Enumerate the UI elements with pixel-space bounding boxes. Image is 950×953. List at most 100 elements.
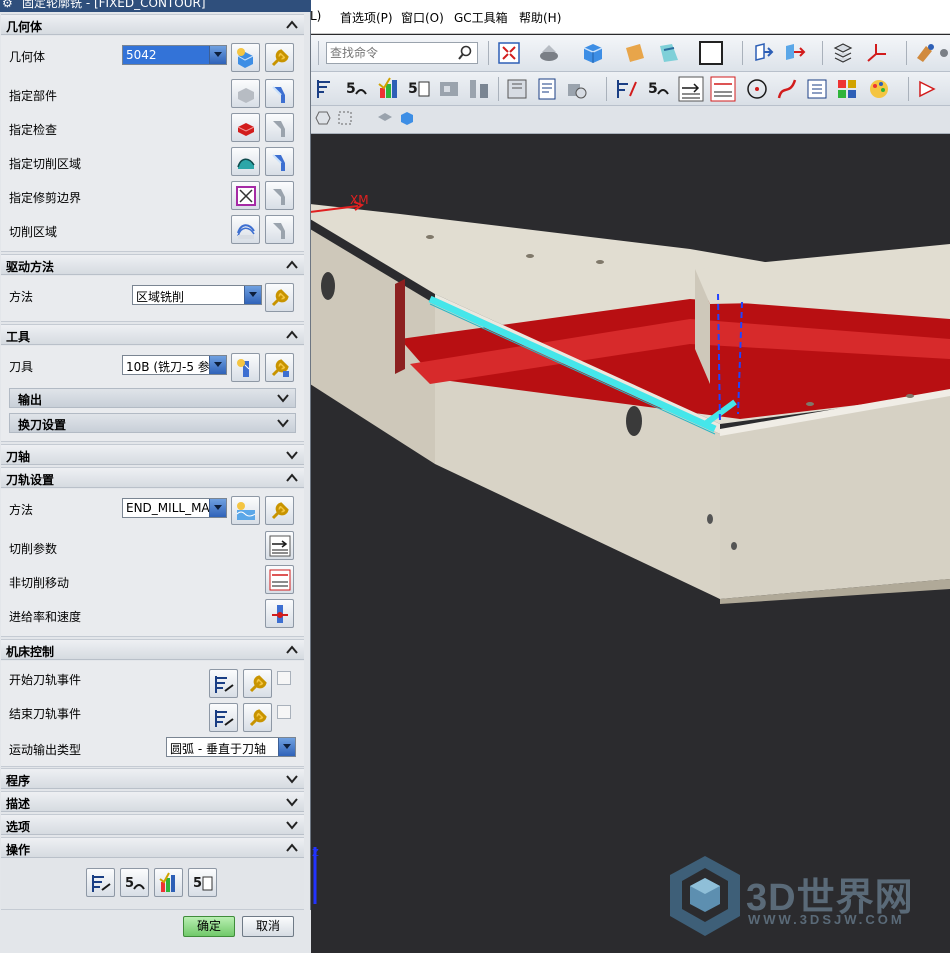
snap-point-icon[interactable] [912,40,938,66]
section-drive-header[interactable]: 驱动方法 [1,254,304,275]
background-color-icon[interactable] [698,40,724,66]
geometry-select[interactable]: 5042 [122,45,227,65]
graphics-viewport[interactable]: XM Z 3D世界网 WWW.3DSJW.COM [310,134,950,953]
blue-cube-icon[interactable] [398,109,416,127]
generate-button[interactable] [86,868,115,897]
chevron-down-icon[interactable] [276,391,290,405]
chevron-down-icon[interactable] [209,356,226,374]
datum-csys-icon[interactable] [864,40,890,66]
section-path-header[interactable]: 刀轨设置 [1,467,304,488]
machine-sim-icon[interactable] [436,76,462,102]
show-cut-area-button[interactable] [265,147,294,176]
replay-button[interactable]: 5 [120,868,149,897]
chevron-down-icon[interactable] [209,499,226,517]
drive-method-select[interactable]: 区域铣削 [132,285,262,305]
section-description-header[interactable]: 描述 [1,791,304,812]
chevron-up-icon[interactable] [285,258,299,272]
chevron-up-icon[interactable] [285,841,299,855]
section-geometry-header[interactable]: 几何体 [1,14,304,35]
chevron-up-icon[interactable] [285,328,299,342]
section-options-header[interactable]: 选项 [1,814,304,835]
list-path-icon[interactable]: 5 [406,76,432,102]
show-trim-button[interactable] [265,181,294,210]
rect-select-icon[interactable] [336,109,354,127]
specify-part-button[interactable] [231,79,260,108]
subsection-tool-change[interactable]: 换刀设置 [9,413,296,433]
show-check-button[interactable] [265,113,294,142]
end-events-checkbox[interactable] [277,705,291,719]
new-method-button[interactable] [231,496,260,525]
section-axis-header[interactable]: 刀轴 [1,444,304,465]
new-geometry-button[interactable] [231,43,260,72]
document-icon[interactable] [534,76,560,102]
specify-check-button[interactable] [231,113,260,142]
post-process-icon[interactable] [466,76,492,102]
move-object-icon[interactable] [782,40,808,66]
overflow-icon[interactable] [938,40,950,66]
chevron-down-icon[interactable] [285,772,299,786]
feeds-icon[interactable] [834,76,860,102]
motion-output-select[interactable]: 圆弧 - 垂直于刀轴 [166,737,296,757]
non-cut-moves-icon[interactable] [710,76,736,102]
replay-icon[interactable]: 5 [646,76,672,102]
subsection-output[interactable]: 输出 [9,388,296,408]
verify-path-icon[interactable] [376,76,402,102]
menu-item-help[interactable]: 帮助(H) [519,9,561,26]
specify-cut-area-button[interactable] [231,147,260,176]
edit-geometry-button[interactable] [265,43,294,72]
menu-item-truncated[interactable]: L) [310,9,321,23]
section-machine-header[interactable]: 机床控制 [1,639,304,660]
copy-end-events-button[interactable] [209,703,238,732]
chevron-up-icon[interactable] [285,18,299,32]
feeds-speeds-button[interactable] [265,599,294,628]
render-style-icon[interactable] [536,40,562,66]
shaded-cube-icon[interactable] [580,40,606,66]
edit-start-events-button[interactable] [243,669,272,698]
curve-icon[interactable] [774,76,800,102]
command-search[interactable] [326,42,478,64]
edit-drive-button[interactable] [265,283,294,312]
chevron-up-icon[interactable] [285,471,299,485]
layer-settings-icon[interactable] [830,40,856,66]
wcs-icon[interactable] [750,40,776,66]
chevron-down-icon[interactable] [285,448,299,462]
start-events-checkbox[interactable] [277,671,291,685]
list-button[interactable]: 5 [188,868,217,897]
edit-method-button[interactable] [265,496,294,525]
chevron-down-icon[interactable] [278,738,295,756]
show-part-button[interactable] [265,79,294,108]
tool-path-edit-icon[interactable] [614,76,640,102]
section-actions-header[interactable]: 操作 [1,837,304,858]
search-icon[interactable] [457,45,473,61]
chevron-down-icon[interactable] [285,795,299,809]
ok-button[interactable]: 确定 [183,916,235,937]
verify-button[interactable] [154,868,183,897]
chevron-up-icon[interactable] [285,643,299,657]
new-tool-button[interactable] [231,353,260,382]
cancel-button[interactable]: 取消 [242,916,294,937]
clock-icon[interactable] [564,76,590,102]
non-cut-moves-button[interactable] [265,565,294,594]
path-method-select[interactable]: END_MILL_MA [122,498,227,518]
polygon-select-icon[interactable] [314,109,332,127]
shop-doc-icon[interactable] [504,76,530,102]
fit-view-icon[interactable] [496,40,522,66]
cut-region-button[interactable] [231,215,260,244]
edit-tool-button[interactable] [265,353,294,382]
section-program-header[interactable]: 程序 [1,768,304,789]
replay-path-icon[interactable]: 5 [344,76,370,102]
section-tool-header[interactable]: 工具 [1,324,304,345]
point-icon[interactable] [744,76,770,102]
edit-end-events-button[interactable] [243,703,272,732]
generate-path-icon[interactable] [314,76,340,102]
section-view-icon[interactable] [656,40,682,66]
arrow-icon[interactable] [916,76,942,102]
chevron-down-icon[interactable] [244,286,261,304]
menu-item-preferences[interactable]: 首选项(P) [340,9,393,26]
specify-trim-button[interactable] [231,181,260,210]
tool-select[interactable]: 10B (铣刀-5 参 [122,355,227,375]
chevron-down-icon[interactable] [276,416,290,430]
command-search-input[interactable] [327,43,455,63]
gray-solid-icon[interactable] [376,109,394,127]
operation-nav-icon[interactable] [804,76,830,102]
